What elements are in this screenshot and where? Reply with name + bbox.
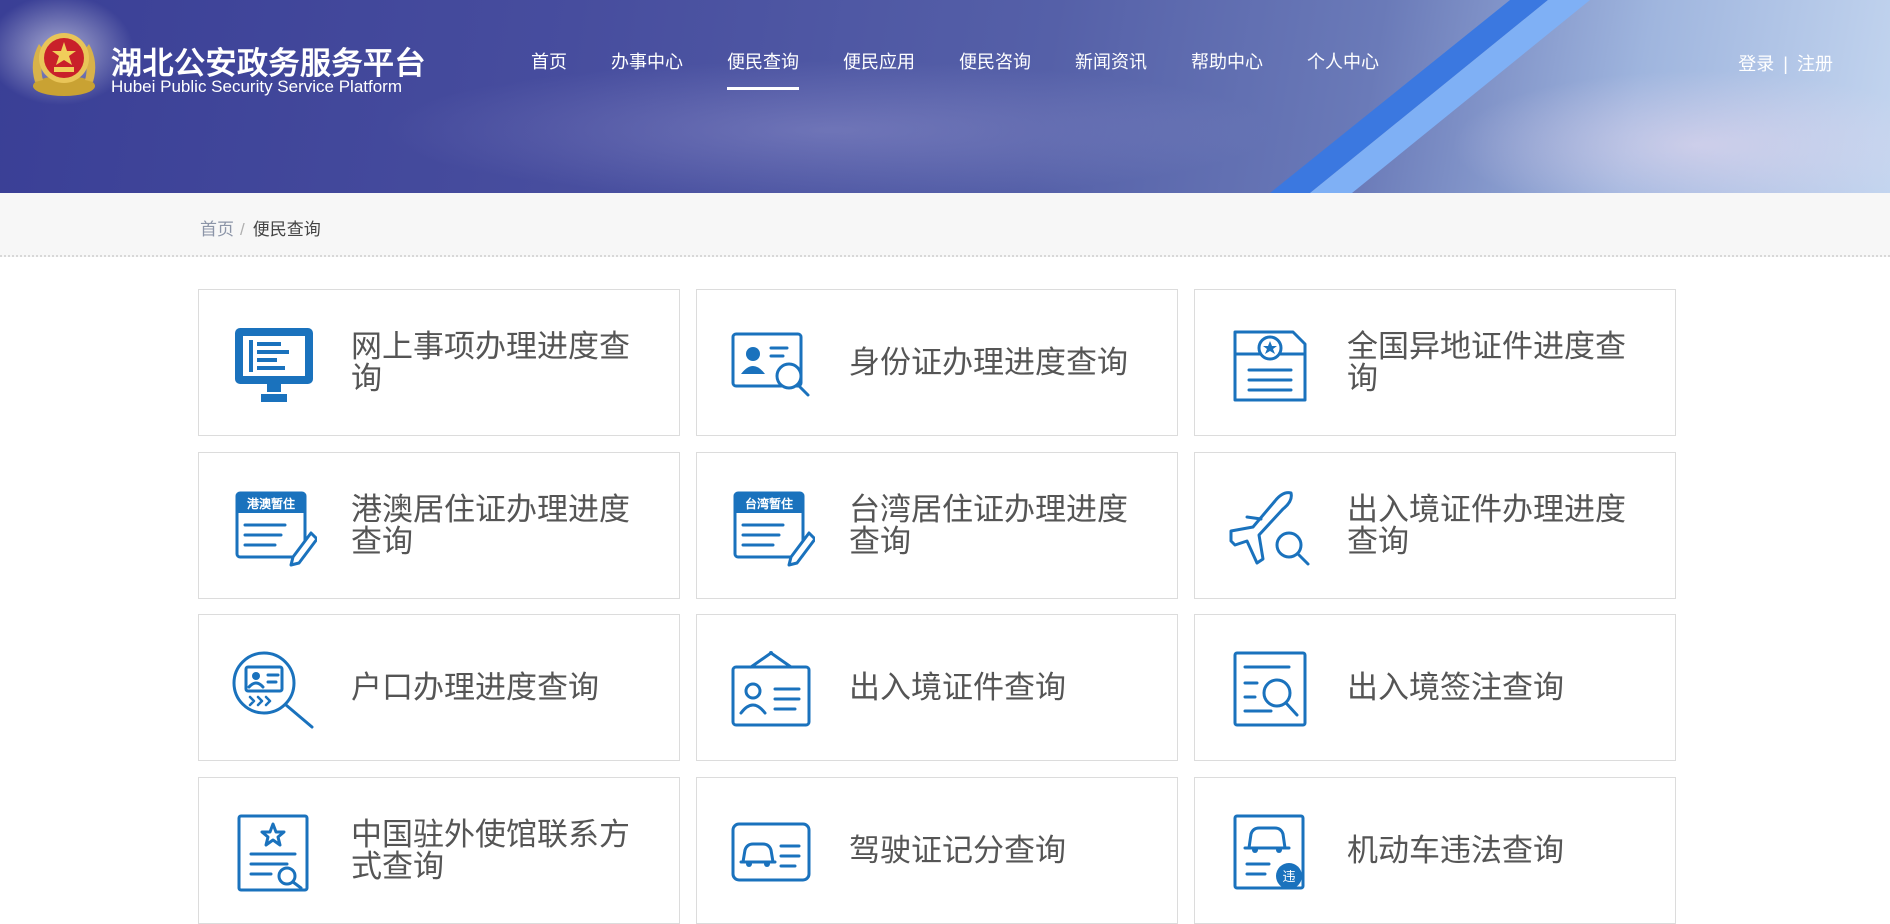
site-header: 湖北公安政务服务平台 Hubei Public Security Service… [0, 0, 1890, 193]
auth-links: 登录 | 注册 [1738, 50, 1833, 76]
nav-news[interactable]: 新闻资讯 [1075, 48, 1147, 90]
card-hk-macau-permit-progress[interactable]: 港澳暂住 港澳居住证办理进度查询 [198, 452, 680, 599]
login-link[interactable]: 登录 [1738, 54, 1774, 74]
card-online-progress[interactable]: 网上事项办理进度查询 [198, 289, 680, 436]
airplane-search-icon [1229, 491, 1310, 566]
card-taiwan-permit-progress[interactable]: 台湾暂住 台湾居住证办理进度查询 [696, 452, 1178, 599]
card-vehicle-violation[interactable]: 违 机动车违法查询 [1194, 777, 1676, 924]
nav-public-apps[interactable]: 便民应用 [843, 48, 915, 90]
nav-service-center[interactable]: 办事中心 [611, 48, 683, 90]
computer-icon [235, 328, 313, 402]
card-label: 中国驻外使馆联系方式查询 [351, 816, 630, 884]
police-emblem-logo[interactable] [27, 22, 101, 98]
embassy-document-icon [237, 814, 309, 892]
card-household-progress[interactable]: 户口办理进度查询 [198, 614, 680, 761]
hk-macau-permit-icon: 港澳暂住 [235, 491, 317, 567]
hanging-id-card-icon [731, 651, 811, 727]
breadcrumb: 首页 / 便民查询 [200, 215, 321, 240]
card-label: 驾驶证记分查询 [849, 832, 1066, 868]
nav-help[interactable]: 帮助中心 [1191, 48, 1263, 90]
taiwan-permit-icon: 台湾暂住 [733, 491, 815, 567]
nav-public-consult[interactable]: 便民咨询 [959, 48, 1031, 90]
card-id-card-progress[interactable]: 身份证办理进度查询 [696, 289, 1178, 436]
card-endorsement-query[interactable]: 出入境签注查询 [1194, 614, 1676, 761]
card-label: 机动车违法查询 [1347, 832, 1564, 868]
breadcrumb-bar: 首页 / 便民查询 [0, 193, 1890, 257]
permit-icon-text: 港澳暂住 [247, 496, 295, 511]
driving-license-icon [731, 822, 811, 882]
card-embassy-contact[interactable]: 中国驻外使馆联系方式查询 [198, 777, 680, 924]
id-card-search-icon [731, 332, 810, 397]
card-label: 网上事项办理进度查询 [351, 328, 630, 396]
site-subtitle: Hubei Public Security Service Platform [111, 77, 403, 96]
card-license-points[interactable]: 驾驶证记分查询 [696, 777, 1178, 924]
card-label: 户口办理进度查询 [351, 669, 599, 705]
nav-personal-center[interactable]: 个人中心 [1307, 48, 1379, 90]
breadcrumb-current: 便民查询 [252, 220, 321, 239]
breadcrumb-separator: / [240, 220, 245, 239]
vehicle-violation-icon: 违 [1233, 814, 1305, 890]
card-label: 港澳居住证办理进度查询 [351, 491, 630, 559]
card-label: 台湾居住证办理进度查询 [849, 491, 1128, 559]
breadcrumb-home[interactable]: 首页 [200, 220, 234, 239]
card-label: 出入境证件查询 [849, 669, 1066, 705]
card-label: 出入境证件办理进度查询 [1347, 491, 1626, 559]
card-label: 身份证办理进度查询 [849, 344, 1128, 380]
card-label: 全国异地证件进度查询 [1347, 328, 1626, 396]
document-search-icon [1233, 651, 1307, 727]
violation-icon-text: 违 [1282, 870, 1295, 885]
nav-public-query[interactable]: 便民查询 [727, 48, 799, 90]
permit-icon-text: 台湾暂住 [745, 496, 793, 511]
main-nav: 首页 办事中心 便民查询 便民应用 便民咨询 新闻资讯 帮助中心 个人中心 [531, 48, 1379, 90]
card-exit-entry-progress[interactable]: 出入境证件办理进度查询 [1194, 452, 1676, 599]
register-link[interactable]: 注册 [1797, 54, 1833, 74]
card-remote-certificate-progress[interactable]: 全国异地证件进度查询 [1194, 289, 1676, 436]
auth-separator: | [1783, 54, 1788, 74]
certificate-badge-icon [1233, 330, 1307, 402]
nav-home[interactable]: 首页 [531, 48, 567, 90]
card-label: 出入境签注查询 [1347, 669, 1564, 705]
household-search-icon [232, 651, 314, 729]
card-exit-entry-certificate[interactable]: 出入境证件查询 [696, 614, 1178, 761]
